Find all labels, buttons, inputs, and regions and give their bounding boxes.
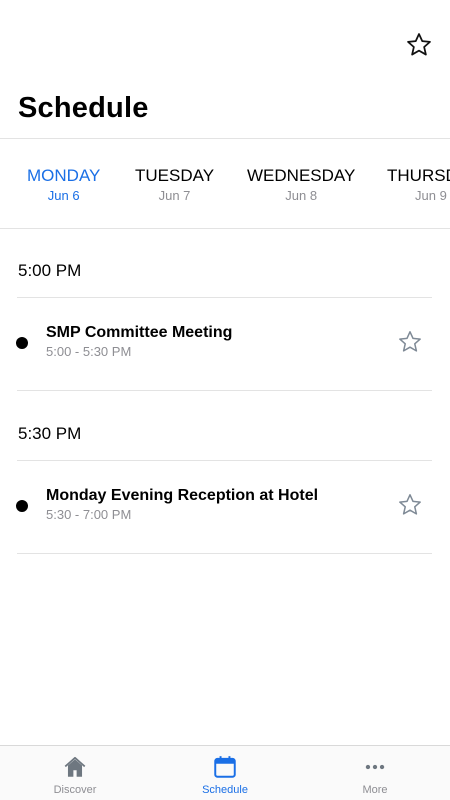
event-row[interactable]: SMP Committee Meeting 5:00 - 5:30 PM [0, 298, 450, 388]
day-name: WEDNESDAY [247, 166, 356, 185]
more-dots-icon [362, 754, 388, 780]
page-title: Schedule [18, 92, 149, 124]
time-slot-header: 5:00 PM [18, 261, 82, 280]
tab-label: Discover [53, 784, 97, 796]
event-time-range: 5:30 - 7:00 PM [46, 507, 132, 522]
star-outline-icon [399, 331, 421, 352]
tab-more[interactable]: More [300, 746, 450, 800]
day-tab-tuesday[interactable]: TUESDAY Jun 7 [135, 166, 214, 203]
calendar-icon [212, 754, 238, 780]
event-title: SMP Committee Meeting [46, 324, 233, 341]
day-date: Jun 8 [285, 188, 318, 203]
row-divider [17, 553, 432, 554]
row-divider [17, 390, 432, 391]
time-slot-header: 5:30 PM [18, 424, 82, 443]
star-outline-icon [407, 33, 431, 56]
home-icon [62, 754, 88, 780]
event-favorite-button[interactable] [396, 328, 424, 356]
event-row[interactable]: Monday Evening Reception at Hotel 5:30 -… [0, 461, 450, 551]
day-date: Jun 9 [415, 188, 447, 203]
day-tab-wednesday[interactable]: WEDNESDAY Jun 8 [247, 166, 355, 203]
day-name: MONDAY [27, 166, 101, 185]
header-divider [0, 138, 450, 139]
favorites-star-button[interactable] [404, 30, 434, 60]
day-selector: MONDAY Jun 6 TUESDAY Jun 7 WEDNESDAY Jun… [0, 140, 450, 228]
tab-discover[interactable]: Discover [0, 746, 150, 800]
star-outline-icon [399, 494, 421, 515]
event-favorite-button[interactable] [396, 491, 424, 519]
tab-label: More [362, 784, 388, 796]
event-dot [16, 500, 28, 512]
event-time-range: 5:00 - 5:30 PM [46, 344, 132, 359]
event-dot [16, 337, 28, 349]
day-tab-monday[interactable]: MONDAY Jun 6 [27, 166, 100, 203]
day-date: Jun 6 [47, 188, 80, 203]
bottom-tab-bar: Discover Schedule More [0, 745, 450, 800]
tab-schedule[interactable]: Schedule [150, 746, 300, 800]
event-title: Monday Evening Reception at Hotel [46, 487, 319, 504]
tab-label: Schedule [202, 784, 248, 796]
day-strip-divider [0, 228, 450, 229]
top-bar [0, 0, 450, 80]
day-name: TUESDAY [135, 166, 215, 185]
day-name: THURSDAY [387, 166, 450, 185]
day-tab-thursday[interactable]: THURSDAY Jun 9 [387, 166, 450, 203]
day-date: Jun 7 [158, 188, 191, 203]
